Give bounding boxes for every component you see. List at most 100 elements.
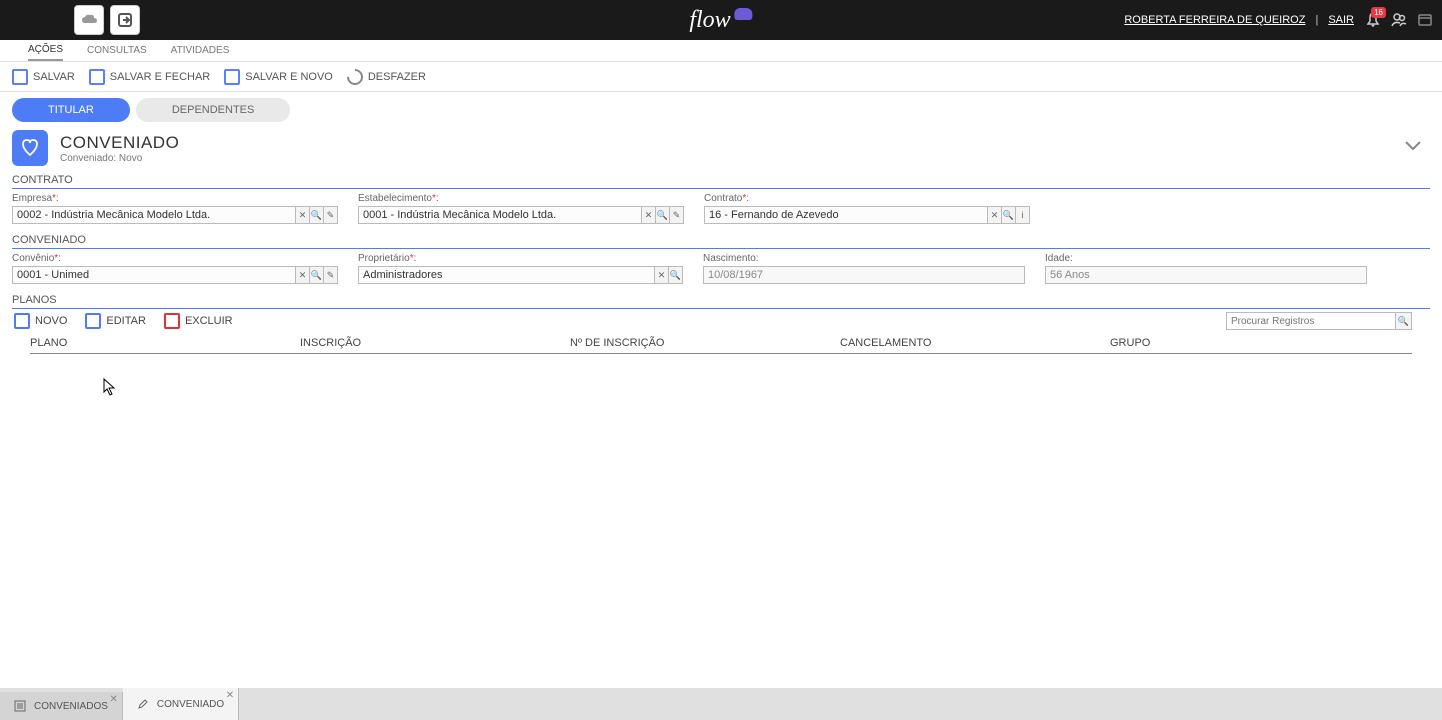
- tab-conveniado-label: CONVENIADO: [157, 699, 224, 710]
- editar-button[interactable]: EDITAR: [85, 313, 146, 329]
- col-inscricao[interactable]: INSCRIÇÃO: [300, 337, 570, 349]
- tab-atividades[interactable]: ATIVIDADES: [171, 41, 230, 60]
- empresa-search[interactable]: 🔍: [310, 206, 324, 224]
- logout-link[interactable]: SAIR: [1328, 14, 1354, 26]
- top-bar: flow ROBERTA FERREIRA DE QUEIROZ | SAIR …: [0, 0, 1442, 40]
- notifications-icon[interactable]: 16: [1364, 11, 1382, 29]
- novo-label: NOVO: [35, 315, 67, 327]
- planos-toolbar: NOVO EDITAR EXCLUIR 🔍: [0, 309, 1442, 333]
- col-cancelamento[interactable]: CANCELAMENTO: [840, 337, 1110, 349]
- save-close-icon: [89, 69, 105, 85]
- contrato-info[interactable]: i: [1016, 206, 1030, 224]
- save-button[interactable]: SALVAR: [12, 69, 75, 85]
- list-icon: [14, 700, 26, 712]
- undo-icon: [344, 65, 367, 88]
- field-estabelecimento: Estabelecimento*: ✕ 🔍 ✎: [358, 193, 684, 224]
- novo-button[interactable]: NOVO: [14, 313, 67, 329]
- required-mark: *:: [54, 253, 61, 264]
- planos-table: PLANO INSCRIÇÃO Nº DE INSCRIÇÃO CANCELAM…: [0, 337, 1442, 354]
- user-name-link[interactable]: ROBERTA FERREIRA DE QUEIROZ: [1124, 14, 1305, 26]
- undo-label: DESFAZER: [368, 71, 426, 83]
- field-convenio: Convênio*: ✕ 🔍 ✎: [12, 253, 338, 284]
- bottom-tabs: CONVENIADOS ✕ CONVENIADO ✕: [0, 688, 1442, 720]
- excluir-label: EXCLUIR: [185, 315, 233, 327]
- convenio-input[interactable]: [12, 266, 296, 284]
- planos-search-button[interactable]: 🔍: [1396, 312, 1412, 330]
- estab-input[interactable]: [358, 206, 642, 224]
- field-nascimento: Nascimento:: [703, 253, 1025, 284]
- required-mark: *:: [432, 193, 439, 204]
- col-grupo[interactable]: GRUPO: [1110, 337, 1412, 349]
- cloud-icon[interactable]: [74, 5, 104, 35]
- topbar-right: ROBERTA FERREIRA DE QUEIROZ | SAIR 16: [1124, 11, 1434, 29]
- tab-titular[interactable]: TITULAR: [12, 98, 130, 122]
- section-planos-title: PLANOS: [12, 294, 1430, 309]
- page-header: CONVENIADO Conveniado: Novo: [0, 128, 1442, 168]
- field-contrato: Contrato*: ✕ 🔍 i: [704, 193, 1030, 224]
- section-planos: PLANOS: [0, 294, 1442, 309]
- required-mark: *:: [742, 193, 749, 204]
- estab-clear[interactable]: ✕: [642, 206, 656, 224]
- page-title: CONVENIADO: [60, 133, 179, 153]
- estab-label: Estabelecimento: [358, 193, 432, 204]
- page-subtitle: Conveniado: Novo: [60, 153, 179, 164]
- section-contrato-title: CONTRATO: [12, 174, 1430, 189]
- col-num-inscricao[interactable]: Nº DE INSCRIÇÃO: [570, 337, 840, 349]
- topbar-left-icons: [74, 5, 140, 35]
- tab-conveniado-close[interactable]: ✕: [226, 690, 234, 701]
- save-icon: [12, 69, 28, 85]
- field-idade: Idade:: [1045, 253, 1367, 284]
- planos-search: 🔍: [1226, 312, 1412, 330]
- section-conveniado: CONVENIADO Convênio*: ✕ 🔍 ✎ Proprietário…: [0, 234, 1442, 288]
- propr-input[interactable]: [358, 266, 655, 284]
- estab-edit[interactable]: ✎: [670, 206, 684, 224]
- save-new-label: SALVAR E NOVO: [245, 71, 333, 83]
- tab-conveniados[interactable]: CONVENIADOS ✕: [0, 692, 123, 720]
- required-mark: *:: [52, 193, 59, 204]
- tab-dependentes[interactable]: DEPENDENTES: [136, 98, 291, 122]
- app-logo: flow: [689, 7, 752, 34]
- tab-conveniados-close[interactable]: ✕: [110, 694, 118, 705]
- propr-search[interactable]: 🔍: [669, 266, 683, 284]
- convenio-label: Convênio: [12, 253, 54, 264]
- excluir-button[interactable]: EXCLUIR: [164, 313, 233, 329]
- tab-conveniados-label: CONVENIADOS: [34, 701, 108, 712]
- empresa-input[interactable]: [12, 206, 296, 224]
- contrato-input[interactable]: [704, 206, 988, 224]
- save-close-button[interactable]: SALVAR E FECHAR: [89, 69, 210, 85]
- convenio-edit[interactable]: ✎: [324, 266, 338, 284]
- convenio-search[interactable]: 🔍: [310, 266, 324, 284]
- logo-text: flow: [689, 7, 730, 34]
- propr-clear[interactable]: ✕: [655, 266, 669, 284]
- contrato-clear[interactable]: ✕: [988, 206, 1002, 224]
- empresa-clear[interactable]: ✕: [296, 206, 310, 224]
- estab-search[interactable]: 🔍: [656, 206, 670, 224]
- undo-button[interactable]: DESFAZER: [347, 69, 426, 85]
- col-plano[interactable]: PLANO: [30, 337, 300, 349]
- separator: |: [1315, 14, 1318, 26]
- contrato-search[interactable]: 🔍: [1002, 206, 1016, 224]
- propr-label: Proprietário: [358, 253, 410, 264]
- idade-label: Idade:: [1045, 253, 1367, 264]
- tab-consultas[interactable]: CONSULTAS: [87, 41, 147, 60]
- contrato-label: Contrato: [704, 193, 742, 204]
- nascimento-label: Nascimento:: [703, 253, 1025, 264]
- action-toolbar: SALVAR SALVAR E FECHAR SALVAR E NOVO DES…: [0, 62, 1442, 92]
- save-new-button[interactable]: SALVAR E NOVO: [224, 69, 333, 85]
- user-group-icon[interactable]: [1390, 11, 1408, 29]
- novo-icon: [14, 313, 30, 329]
- window-icon[interactable]: [1416, 11, 1434, 29]
- editar-icon: [85, 313, 101, 329]
- save-close-label: SALVAR E FECHAR: [110, 71, 210, 83]
- editar-label: EDITAR: [106, 315, 146, 327]
- save-new-icon: [224, 69, 240, 85]
- convenio-clear[interactable]: ✕: [296, 266, 310, 284]
- nascimento-input[interactable]: [703, 266, 1025, 284]
- tab-conveniado-form[interactable]: CONVENIADO ✕: [123, 688, 239, 720]
- enter-icon[interactable]: [110, 5, 140, 35]
- empresa-edit[interactable]: ✎: [324, 206, 338, 224]
- tab-acoes[interactable]: AÇÕES: [28, 40, 63, 61]
- idade-input[interactable]: [1045, 266, 1367, 284]
- collapse-toggle[interactable]: [1404, 140, 1422, 152]
- planos-search-input[interactable]: [1226, 312, 1396, 330]
